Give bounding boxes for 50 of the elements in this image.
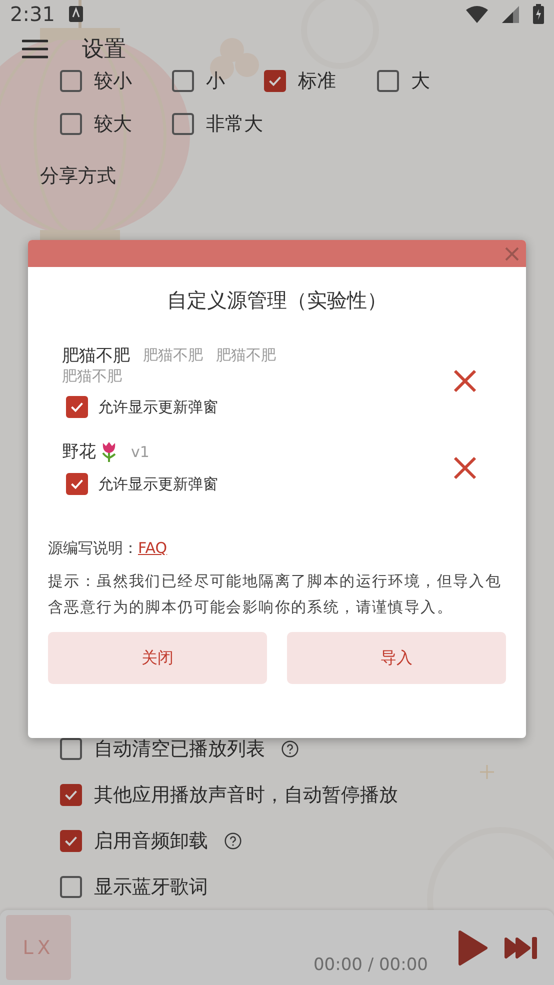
playback-time: 00:00 / 00:00	[312, 955, 429, 975]
keyboard-icon	[68, 6, 83, 22]
signal-icon	[502, 6, 519, 23]
help-icon[interactable]	[281, 740, 299, 758]
page-title: 设置	[82, 36, 126, 64]
doc-label: 源编写说明：	[48, 539, 138, 558]
checkbox[interactable]	[377, 70, 399, 92]
source-name: 肥猫不肥	[62, 345, 130, 367]
dialog-button[interactable]: 关闭	[48, 632, 267, 684]
option-label: 大	[411, 68, 430, 94]
checkbox[interactable]	[172, 112, 194, 134]
option-label: 启用音频卸载	[94, 829, 208, 854]
checkbox[interactable]	[60, 876, 82, 898]
source-detail: 肥猫不肥	[143, 346, 203, 365]
checkbox[interactable]	[60, 830, 82, 852]
section-title: 分享方式	[40, 164, 117, 189]
help-icon[interactable]	[224, 832, 242, 850]
option-label: 显示蓝牙歌词	[94, 875, 208, 900]
checkbox[interactable]	[172, 70, 194, 92]
notice-text: 提示：虽然我们已经尽可能地隔离了脚本的运行环境，但导入包含恶意行为的脚本仍可能会影响你的系统，请谨慎导入。	[48, 571, 503, 618]
source-detail: 肥猫不肥	[62, 367, 122, 386]
option-label: 其他应用播放声音时，自动暂停播放	[94, 783, 398, 808]
source-detail: v1	[131, 442, 150, 460]
battery-icon	[533, 4, 544, 24]
checkbox[interactable]	[60, 784, 82, 806]
checkbox[interactable]	[66, 396, 88, 418]
tulip-icon	[100, 440, 118, 462]
dialog-button[interactable]: 导入	[287, 632, 506, 684]
source-detail: 肥猫不肥	[216, 346, 276, 365]
checkbox[interactable]	[60, 70, 82, 92]
option-label: 标准	[298, 68, 336, 94]
option-label: 允许显示更新弹窗	[98, 474, 218, 494]
checkbox[interactable]	[264, 70, 286, 92]
option-label: 自动清空已播放列表	[94, 737, 265, 762]
checkbox[interactable]	[60, 112, 82, 134]
faq-link[interactable]: FAQ	[138, 539, 168, 558]
option-label: 非常大	[206, 112, 263, 136]
option-label: 较大	[94, 112, 132, 136]
status-time: 2:31	[10, 2, 55, 26]
menu-icon[interactable]	[22, 38, 48, 59]
source-name: 野花	[62, 440, 118, 463]
wifi-icon	[466, 6, 488, 23]
option-label: 小	[206, 68, 225, 94]
dialog-title: 自定义源管理（实验性）	[166, 287, 388, 314]
option-label: 允许显示更新弹窗	[98, 398, 218, 416]
delete-icon[interactable]	[452, 368, 478, 394]
option-label: 较小	[94, 68, 132, 94]
sparkle-icon	[479, 764, 495, 780]
delete-icon[interactable]	[452, 454, 478, 480]
checkbox[interactable]	[66, 473, 88, 495]
